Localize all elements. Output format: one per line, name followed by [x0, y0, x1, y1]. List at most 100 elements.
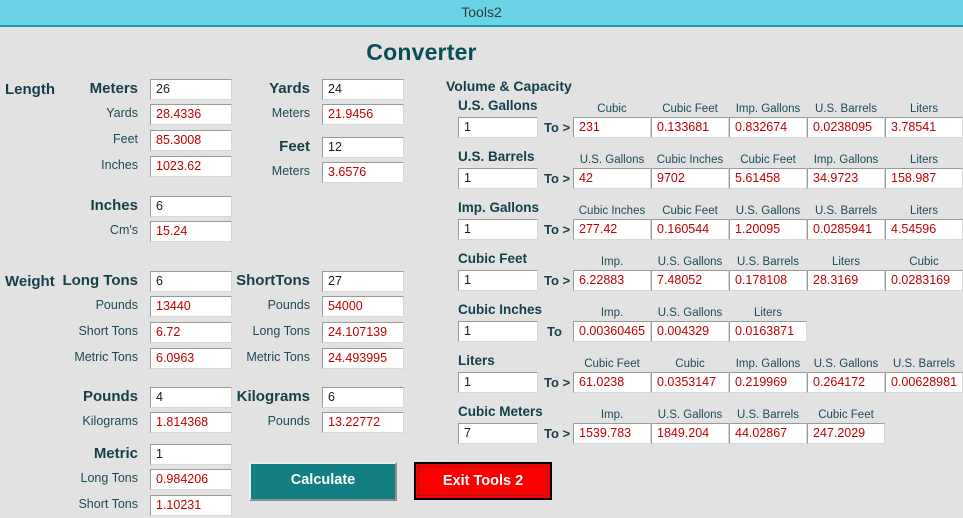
weight-kilograms-to-pounds-label: Pounds	[267, 414, 310, 428]
window-title: Tools2	[461, 4, 502, 20]
volume-column-value: 0.0285941	[807, 219, 885, 240]
volume-column-value: 0.264172	[807, 372, 885, 393]
volume-column-header: U.S. Gallons	[579, 154, 645, 166]
volume-column-value: 0.0238095	[807, 117, 885, 138]
volume-column-value: 0.832674	[729, 117, 807, 138]
volume-column-value: 0.178108	[729, 270, 807, 291]
volume-column-value: 5.61458	[729, 168, 807, 189]
volume-row-unit-label: Liters	[458, 353, 495, 368]
volume-column-header: Imp.	[600, 256, 624, 268]
weight-metric-label: Metric	[93, 445, 138, 462]
volume-column-header: Cubic Feet	[818, 409, 874, 421]
length-inches-to-cms-label: Cm's	[109, 223, 138, 237]
weight-long-tons-label: Long Tons	[62, 272, 138, 289]
volume-column-header: U.S. Barrels	[737, 409, 799, 421]
volume-row-input[interactable]: 1	[458, 168, 538, 189]
volume-column-header: Imp.	[600, 307, 624, 319]
weight-short-tons-to-metric-tons-label: Metric Tons	[246, 350, 310, 364]
weight-kilograms-label: Kilograms	[236, 388, 310, 405]
volume-column-header: Liters	[909, 103, 939, 115]
weight-kilograms-input[interactable]: 6	[322, 387, 404, 408]
volume-row-unit-label: U.S. Barrels	[458, 149, 535, 164]
length-meters-to-feet-label: Feet	[112, 132, 138, 146]
weight-short-tons-to-long-tons-label: Long Tons	[252, 324, 310, 338]
volume-row-unit-label: Cubic Meters	[458, 404, 543, 419]
volume-column-header: Imp. Gallons	[735, 358, 801, 370]
weight-metric-input[interactable]: 1	[150, 444, 232, 465]
weight-short-tons-input[interactable]: 27	[322, 271, 404, 292]
volume-column-value: 0.0283169	[885, 270, 963, 291]
length-inches-label: Inches	[90, 197, 138, 214]
volume-column-header: Cubic	[909, 256, 939, 268]
weight-kilograms-to-pounds-value: 13.22772	[322, 412, 404, 433]
length-inches-to-cms-value: 15.24	[150, 221, 232, 242]
length-feet-label: Feet	[279, 138, 310, 155]
weight-short-tons-to-metric-tons-value: 24.493995	[322, 348, 404, 369]
volume-column-value: 34.9723	[807, 168, 885, 189]
volume-column-value: 9702	[651, 168, 729, 189]
volume-column-header: Liters	[909, 154, 939, 166]
window-title-bar: Tools2	[0, 0, 963, 27]
volume-row-to-label: To >	[544, 273, 571, 288]
volume-column-header: U.S. Barrels	[893, 358, 955, 370]
volume-column-value: 44.02867	[729, 423, 807, 444]
volume-row-unit-label: Cubic Inches	[458, 302, 543, 317]
weight-metric-to-short-tons-label: Short Tons	[78, 497, 138, 511]
length-inches-input[interactable]: 6	[150, 196, 232, 217]
volume-column-value: 0.00360465	[573, 321, 651, 342]
length-yards-to-meters-value: 21.9456	[322, 104, 404, 125]
weight-short-tons-to-long-tons-value: 24.107139	[322, 322, 404, 343]
volume-column-header: Liters	[753, 307, 783, 319]
volume-column-header: U.S. Gallons	[657, 256, 723, 268]
volume-column-header: Liters	[831, 256, 861, 268]
volume-column-header: Cubic	[675, 358, 705, 370]
volume-column-header: U.S. Barrels	[815, 103, 877, 115]
length-meters-to-yards-label: Yards	[106, 106, 138, 120]
volume-row-input[interactable]: 7	[458, 423, 538, 444]
volume-row-unit-label: U.S. Gallons	[458, 98, 538, 113]
volume-row-to-label: To >	[544, 222, 571, 237]
weight-short-tons-label: ShortTons	[236, 272, 310, 289]
weight-metric-to-short-tons-value: 1.10231	[150, 495, 232, 516]
exit-tools-button-label: Exit Tools 2	[418, 466, 548, 496]
volume-row-input[interactable]: 1	[458, 372, 538, 393]
length-yards-input[interactable]: 24	[322, 79, 404, 100]
weight-metric-to-long-tons-label: Long Tons	[80, 471, 138, 485]
weight-pounds-to-kilograms-label: Kilograms	[82, 414, 138, 428]
volume-column-value: 28.3169	[807, 270, 885, 291]
volume-column-value: 0.004329	[651, 321, 729, 342]
volume-row-to-label: To >	[544, 426, 571, 441]
volume-column-value: 0.00628981	[885, 372, 963, 393]
weight-long-tons-to-metric-tons-label: Metric Tons	[74, 350, 138, 364]
calculate-button[interactable]: Calculate	[249, 462, 397, 501]
volume-row-input[interactable]: 1	[458, 270, 538, 291]
volume-column-value: 0.219969	[729, 372, 807, 393]
volume-column-value: 0.160544	[651, 219, 729, 240]
volume-row-input[interactable]: 1	[458, 117, 538, 138]
volume-column-value: 1539.783	[573, 423, 651, 444]
volume-row-unit-label: Cubic Feet	[458, 251, 528, 266]
volume-row-to-label: To	[547, 324, 562, 339]
volume-row-input[interactable]: 1	[458, 321, 538, 342]
length-yards-label: Yards	[269, 80, 310, 97]
volume-column-header: U.S. Gallons	[657, 409, 723, 421]
length-meters-to-inches-label: Inches	[101, 158, 138, 172]
volume-row-to-label: To >	[544, 171, 571, 186]
weight-long-tons-to-short-tons-label: Short Tons	[78, 324, 138, 338]
volume-column-value: 0.133681	[651, 117, 729, 138]
volume-column-value: 1849.204	[651, 423, 729, 444]
exit-tools-button[interactable]: Exit Tools 2	[414, 462, 552, 500]
volume-column-header: Cubic Feet	[662, 103, 718, 115]
volume-column-value: 7.48052	[651, 270, 729, 291]
volume-column-value: 158.987	[885, 168, 963, 189]
volume-column-value: 61.0238	[573, 372, 651, 393]
volume-column-header: Imp. Gallons	[813, 154, 879, 166]
volume-column-header: Cubic	[597, 103, 627, 115]
volume-column-header: Liters	[909, 205, 939, 217]
volume-column-value: 231	[573, 117, 651, 138]
volume-row-input[interactable]: 1	[458, 219, 538, 240]
volume-row-to-label: To >	[544, 375, 571, 390]
volume-column-header: U.S. Gallons	[657, 307, 723, 319]
length-feet-input[interactable]: 12	[322, 137, 404, 158]
volume-column-value: 42	[573, 168, 651, 189]
